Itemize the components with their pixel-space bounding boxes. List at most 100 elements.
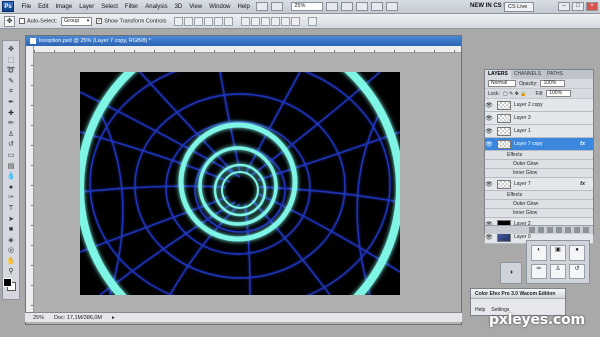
menu-select[interactable]: Select (98, 4, 122, 10)
pen-tool-icon[interactable]: ✑ (5, 193, 17, 202)
workspace-switcher[interactable]: NEW IN CS 5 (470, 3, 507, 9)
move-tool-preset-icon[interactable]: ✥ (4, 15, 15, 27)
layer-effects-badge[interactable]: fx (580, 141, 585, 147)
foreground-color-swatch[interactable] (3, 278, 12, 287)
brush-panel-icon[interactable]: ✏ (531, 263, 547, 279)
eraser-tool-icon[interactable]: ▭ (5, 151, 17, 160)
menu-window[interactable]: Window (206, 4, 234, 10)
layer-effects-badge[interactable]: fx (580, 181, 585, 187)
show-transform-toggle[interactable]: Show Transform Controls (96, 17, 166, 24)
visibility-eye-icon[interactable]: 👁 (485, 141, 493, 148)
hand-tool-button[interactable] (326, 2, 339, 11)
crop-tool-icon[interactable]: ⌗ (5, 87, 17, 96)
plugin-title[interactable]: Color Efex Pro 3.0 Wacom Edition (471, 289, 565, 299)
auto-select-toggle[interactable]: Auto-Select: (19, 17, 57, 24)
zoom-tool-button[interactable] (341, 2, 354, 11)
minibridge-button[interactable] (271, 2, 284, 11)
auto-align-icon[interactable] (308, 16, 318, 26)
maximize-icon[interactable]: □ (572, 2, 584, 11)
effect-row[interactable]: Outer Glow (485, 200, 593, 209)
effect-row[interactable]: Outer Glow (485, 160, 593, 169)
layer-row[interactable]: 👁 Layer 1 (485, 125, 593, 138)
effect-row[interactable]: Inner Glow (485, 209, 593, 218)
effect-row[interactable]: Inner Glow (485, 169, 593, 178)
close-icon[interactable]: × (586, 2, 598, 11)
lock-icons[interactable]: ▢ ✎ ✥ 🔒 (503, 91, 527, 97)
zoom-tool-icon[interactable]: ⚲ (5, 267, 17, 276)
minimize-icon[interactable]: – (558, 2, 570, 11)
tab-paths[interactable]: PATHS (544, 70, 566, 79)
clone-stamp-tool-icon[interactable]: ♙ (5, 130, 17, 139)
horizontal-ruler[interactable] (34, 46, 461, 53)
path-select-tool-icon[interactable]: ➤ (5, 215, 17, 224)
distribute-left-icon[interactable] (271, 16, 281, 26)
plugin-help-link[interactable]: Help (475, 307, 485, 313)
menu-help[interactable]: Help (234, 4, 253, 10)
adjustment-layer-icon[interactable] (556, 227, 562, 233)
menu-layer[interactable]: Layer (76, 4, 98, 10)
layer-row[interactable]: 👁 Layer 7 copy fx (485, 138, 593, 151)
screen-mode-button[interactable] (386, 2, 399, 11)
canvas-artwork[interactable] (80, 72, 400, 295)
bridge-button[interactable] (256, 2, 269, 11)
visibility-eye-icon[interactable]: 👁 (485, 102, 493, 109)
shape-tool-icon[interactable]: ■ (5, 225, 17, 234)
marquee-tool-icon[interactable]: ⬚ (5, 56, 17, 65)
menu-3d[interactable]: 3D (171, 4, 186, 10)
move-tool-icon[interactable]: ✥ (5, 45, 17, 54)
layer-row[interactable]: 👁 Layer 2 copy (485, 99, 593, 112)
align-vcenter-icon[interactable] (184, 16, 194, 26)
auto-select-checkbox[interactable] (19, 17, 25, 24)
new-group-icon[interactable] (565, 227, 571, 233)
cs-live-button[interactable]: CS Live (504, 2, 534, 12)
status-zoom[interactable]: 25% (33, 315, 44, 321)
vertical-ruler[interactable] (26, 46, 34, 314)
adjustments-panel-icon[interactable]: ◐ (531, 245, 547, 261)
lasso-tool-icon[interactable]: ➰ (5, 66, 17, 75)
status-doc-info[interactable]: Doc: 17,1M/386,0M (54, 315, 102, 321)
distribute-vcenter-icon[interactable] (251, 16, 261, 26)
menu-analysis[interactable]: Analysis (142, 4, 171, 10)
history-panel-icon[interactable]: ↺ (569, 263, 585, 279)
menu-edit[interactable]: Edit (35, 4, 52, 10)
trash-icon[interactable] (583, 227, 589, 233)
clone-source-panel-icon[interactable]: ♙ (550, 263, 566, 279)
quick-select-tool-icon[interactable]: ✎ (5, 77, 17, 86)
3d-orbit-tool-icon[interactable]: ◎ (5, 246, 17, 255)
opacity-field[interactable]: 100% (540, 80, 566, 87)
blend-mode-dropdown[interactable]: Normal (488, 80, 517, 87)
distribute-right-icon[interactable] (291, 16, 301, 26)
menu-filter[interactable]: Filter (121, 4, 141, 10)
visibility-eye-icon[interactable]: 👁 (485, 115, 493, 122)
link-layers-icon[interactable] (529, 227, 535, 233)
history-brush-tool-icon[interactable]: ↺ (5, 140, 17, 149)
visibility-eye-icon[interactable]: 👁 (485, 234, 493, 241)
visibility-eye-icon[interactable]: 👁 (485, 181, 493, 188)
align-left-icon[interactable] (204, 16, 214, 26)
auto-select-dropdown[interactable]: Group (60, 16, 93, 26)
eyedropper-tool-icon[interactable]: ✒ (5, 98, 17, 107)
hand-tool-icon[interactable]: ✋ (5, 257, 17, 266)
gradient-tool-icon[interactable]: ▤ (5, 162, 17, 171)
distribute-bottom-icon[interactable] (261, 16, 271, 26)
dodge-tool-icon[interactable]: ● (5, 183, 17, 192)
tab-channels[interactable]: CHANNELS (511, 70, 544, 79)
effects-group-row[interactable]: Effects (485, 151, 593, 160)
brush-tool-icon[interactable]: ✏ (5, 119, 17, 128)
menu-file[interactable]: File (18, 4, 35, 10)
type-tool-icon[interactable]: T (5, 204, 17, 213)
arrange-documents-button[interactable] (371, 2, 384, 11)
new-layer-icon[interactable] (574, 227, 580, 233)
add-style-icon[interactable] (538, 227, 544, 233)
layer-row[interactable]: 👁 Layer 3 (485, 112, 593, 125)
rotate-view-button[interactable] (356, 2, 369, 11)
fill-field[interactable]: 100% (546, 90, 572, 97)
zoom-level-field[interactable]: 25% (291, 2, 324, 11)
menu-view[interactable]: View (186, 4, 206, 10)
styles-panel-icon[interactable]: ● (569, 245, 585, 261)
3d-rotate-tool-icon[interactable]: ◈ (5, 236, 17, 245)
status-menu-arrow-icon[interactable]: ▸ (112, 315, 115, 321)
align-hcenter-icon[interactable] (214, 16, 224, 26)
document-tab[interactable]: loooption.psd @ 25% (Layer 7 copy, RGB/8… (26, 36, 461, 46)
tab-layers[interactable]: LAYERS (485, 70, 511, 79)
